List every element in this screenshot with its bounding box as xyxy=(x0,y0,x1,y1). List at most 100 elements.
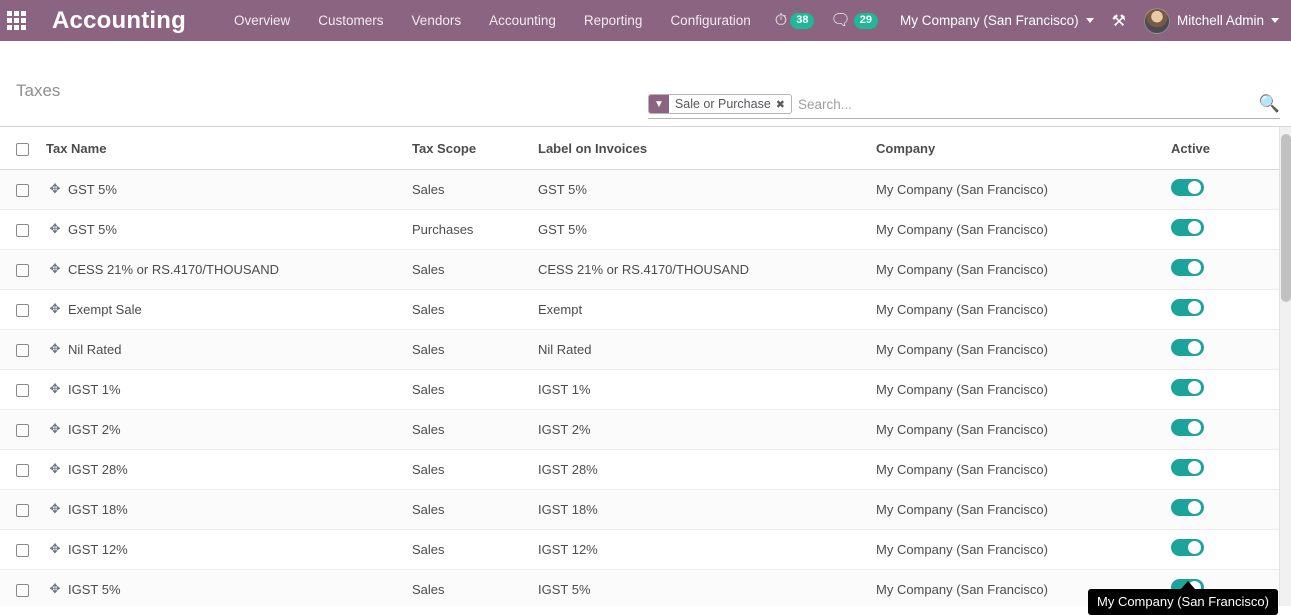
column-header-tax-scope[interactable]: Tax Scope xyxy=(412,127,538,170)
cell-label-on-invoices[interactable]: IGST 2% xyxy=(538,410,876,450)
drag-handle-icon[interactable]: ✥ xyxy=(46,261,64,277)
active-toggle[interactable] xyxy=(1171,299,1204,316)
cell-tax-scope[interactable]: Sales xyxy=(412,450,538,490)
cell-tax-scope[interactable]: Purchases xyxy=(412,210,538,250)
active-toggle[interactable] xyxy=(1171,499,1204,516)
row-checkbox[interactable] xyxy=(16,304,29,317)
cell-tax-name[interactable]: ✥CESS 21% or RS.4170/THOUSAND xyxy=(46,250,412,290)
cell-tax-name[interactable]: ✥GST 5% xyxy=(46,170,412,210)
cell-tax-name[interactable]: ✥IGST 18% xyxy=(46,490,412,530)
column-header-label-on-invoices[interactable]: Label on Invoices xyxy=(538,127,876,170)
cell-label-on-invoices[interactable]: IGST 5% xyxy=(538,570,876,606)
cell-tax-name[interactable]: ✥IGST 12% xyxy=(46,530,412,570)
search-input[interactable] xyxy=(792,97,1253,112)
table-row[interactable]: ✥IGST 28%SalesIGST 28%My Company (San Fr… xyxy=(0,450,1279,490)
cell-company[interactable]: My Company (San Francisco) xyxy=(876,370,1171,410)
cell-company[interactable]: My Company (San Francisco) xyxy=(876,250,1171,290)
column-header-company[interactable]: Company xyxy=(876,127,1171,170)
active-toggle[interactable] xyxy=(1171,259,1204,276)
table-row[interactable]: ✥GST 5%PurchasesGST 5%My Company (San Fr… xyxy=(0,210,1279,250)
cell-company[interactable]: My Company (San Francisco) xyxy=(876,490,1171,530)
row-checkbox[interactable] xyxy=(16,504,29,517)
cell-company[interactable]: My Company (San Francisco) xyxy=(876,170,1171,210)
cell-tax-name[interactable]: ✥IGST 28% xyxy=(46,450,412,490)
row-checkbox[interactable] xyxy=(16,584,29,597)
cell-label-on-invoices[interactable]: Nil Rated xyxy=(538,330,876,370)
cell-company[interactable]: My Company (San Francisco) xyxy=(876,290,1171,330)
user-menu[interactable]: Mitchell Admin xyxy=(1144,8,1279,34)
drag-handle-icon[interactable]: ✥ xyxy=(46,301,64,317)
cell-label-on-invoices[interactable]: IGST 1% xyxy=(538,370,876,410)
cell-tax-scope[interactable]: Sales xyxy=(412,490,538,530)
cell-tax-name[interactable]: ✥IGST 5% xyxy=(46,570,412,606)
drag-handle-icon[interactable]: ✥ xyxy=(46,421,64,437)
drag-handle-icon[interactable]: ✥ xyxy=(46,501,64,517)
select-all-checkbox[interactable] xyxy=(16,143,29,156)
cell-tax-scope[interactable]: Sales xyxy=(412,410,538,450)
table-row[interactable]: ✥GST 5%SalesGST 5%My Company (San Franci… xyxy=(0,170,1279,210)
table-row[interactable]: ✥Nil RatedSalesNil RatedMy Company (San … xyxy=(0,330,1279,370)
cell-tax-scope[interactable]: Sales xyxy=(412,290,538,330)
active-toggle[interactable] xyxy=(1171,539,1204,556)
cell-tax-scope[interactable]: Sales xyxy=(412,570,538,606)
cell-label-on-invoices[interactable]: Exempt xyxy=(538,290,876,330)
company-switcher[interactable]: My Company (San Francisco) xyxy=(900,13,1094,28)
column-header-active[interactable]: Active xyxy=(1171,127,1279,170)
cell-tax-scope[interactable]: Sales xyxy=(412,170,538,210)
row-checkbox[interactable] xyxy=(16,224,29,237)
cell-tax-name[interactable]: ✥IGST 1% xyxy=(46,370,412,410)
cell-tax-name[interactable]: ✥Exempt Sale xyxy=(46,290,412,330)
active-toggle[interactable] xyxy=(1171,379,1204,396)
messages-button[interactable]: 🗨 29 xyxy=(820,0,884,41)
menu-item-configuration[interactable]: Configuration xyxy=(656,0,764,41)
cell-tax-name[interactable]: ✥IGST 2% xyxy=(46,410,412,450)
menu-item-reporting[interactable]: Reporting xyxy=(570,0,657,41)
menu-item-vendors[interactable]: Vendors xyxy=(398,0,476,41)
cell-company[interactable]: My Company (San Francisco) xyxy=(876,210,1171,250)
active-toggle[interactable] xyxy=(1171,339,1204,356)
app-brand-title[interactable]: Accounting xyxy=(52,7,186,35)
drag-handle-icon[interactable]: ✥ xyxy=(46,581,64,597)
cell-label-on-invoices[interactable]: CESS 21% or RS.4170/THOUSAND xyxy=(538,250,876,290)
activities-button[interactable]: ⏱ 38 xyxy=(765,0,821,41)
drag-handle-icon[interactable]: ✥ xyxy=(46,461,64,477)
search-facet-sale-or-purchase[interactable]: ▼ Sale or Purchase ✖ xyxy=(648,94,792,114)
cell-label-on-invoices[interactable]: IGST 28% xyxy=(538,450,876,490)
drag-handle-icon[interactable]: ✥ xyxy=(46,181,64,197)
active-toggle[interactable] xyxy=(1171,459,1204,476)
active-toggle[interactable] xyxy=(1171,179,1204,196)
cell-company[interactable]: My Company (San Francisco) xyxy=(876,330,1171,370)
table-row[interactable]: ✥IGST 2%SalesIGST 2%My Company (San Fran… xyxy=(0,410,1279,450)
cell-tax-name[interactable]: ✥GST 5% xyxy=(46,210,412,250)
table-row[interactable]: ✥IGST 12%SalesIGST 12%My Company (San Fr… xyxy=(0,530,1279,570)
row-checkbox[interactable] xyxy=(16,464,29,477)
active-toggle[interactable] xyxy=(1171,219,1204,236)
drag-handle-icon[interactable]: ✥ xyxy=(46,541,64,557)
cell-label-on-invoices[interactable]: GST 5% xyxy=(538,210,876,250)
table-row[interactable]: ✥CESS 21% or RS.4170/THOUSANDSalesCESS 2… xyxy=(0,250,1279,290)
table-row[interactable]: ✥IGST 18%SalesIGST 18%My Company (San Fr… xyxy=(0,490,1279,530)
row-checkbox[interactable] xyxy=(16,184,29,197)
cell-company[interactable]: My Company (San Francisco) xyxy=(876,410,1171,450)
cell-tax-scope[interactable]: Sales xyxy=(412,530,538,570)
drag-handle-icon[interactable]: ✥ xyxy=(46,341,64,357)
active-toggle[interactable] xyxy=(1171,419,1204,436)
vertical-scrollbar[interactable] xyxy=(1279,127,1291,606)
close-icon[interactable]: ✖ xyxy=(775,95,791,113)
row-checkbox[interactable] xyxy=(16,544,29,557)
cell-label-on-invoices[interactable]: IGST 12% xyxy=(538,530,876,570)
magnifier-icon[interactable]: 🔍 xyxy=(1253,94,1280,114)
cell-company[interactable]: My Company (San Francisco) xyxy=(876,530,1171,570)
cell-company[interactable]: My Company (San Francisco) xyxy=(876,450,1171,490)
tools-icon[interactable]: ⚒ xyxy=(1112,11,1126,31)
cell-tax-scope[interactable]: Sales xyxy=(412,370,538,410)
cell-tax-scope[interactable]: Sales xyxy=(412,250,538,290)
drag-handle-icon[interactable]: ✥ xyxy=(46,221,64,237)
row-checkbox[interactable] xyxy=(16,424,29,437)
apps-menu-button[interactable] xyxy=(0,0,32,41)
cell-label-on-invoices[interactable]: IGST 18% xyxy=(538,490,876,530)
scrollbar-thumb[interactable] xyxy=(1281,134,1291,302)
drag-handle-icon[interactable]: ✥ xyxy=(46,381,64,397)
table-row[interactable]: ✥IGST 1%SalesIGST 1%My Company (San Fran… xyxy=(0,370,1279,410)
row-checkbox[interactable] xyxy=(16,384,29,397)
